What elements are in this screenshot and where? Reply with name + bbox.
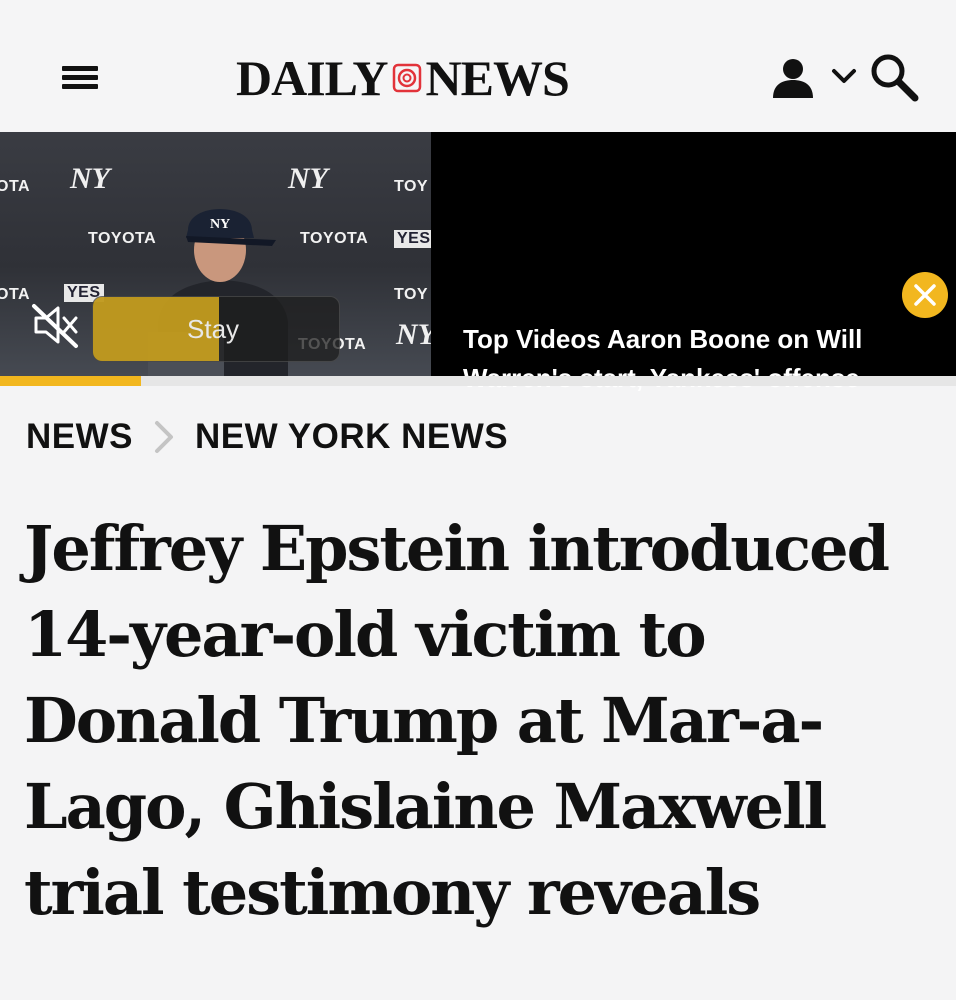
article-headline: Jeffrey Epstein introduced 14-year-old v… (24, 512, 890, 929)
account-icon[interactable] (770, 56, 816, 100)
logo-text-news: NEWS (425, 50, 570, 106)
backdrop-sponsor-text: OTA (0, 286, 31, 303)
breadcrumb-news-link[interactable]: NEWS (26, 417, 133, 457)
video-title[interactable]: Top Videos Aaron Boone on Will Warren's … (463, 320, 933, 398)
backdrop-sponsor-text: OTA (0, 178, 31, 195)
backdrop-sponsor-text: TOY (394, 178, 429, 195)
breadcrumb: NEWS NEW YORK NEWS (26, 415, 508, 459)
backdrop-team-logo: NY (70, 162, 110, 195)
chevron-down-icon[interactable] (830, 66, 858, 86)
svg-text:NY: NY (210, 217, 230, 232)
backdrop-team-logo: NY (396, 318, 431, 351)
logo-text-daily: DAILY (236, 50, 389, 106)
video-progress-bar[interactable] (0, 376, 956, 386)
close-icon (914, 284, 936, 306)
backdrop-network-logo: YES (394, 230, 431, 248)
chevron-right-icon (155, 421, 173, 453)
breadcrumb-new-york-news-link[interactable]: NEW YORK NEWS (195, 417, 508, 457)
logo-mark-icon (392, 63, 421, 93)
close-video-button[interactable] (902, 272, 948, 318)
mute-icon[interactable] (30, 300, 80, 350)
stay-label: Stay (187, 314, 240, 344)
backdrop-sponsor-text: TOYOTA (88, 230, 157, 247)
stay-button[interactable]: Stay (92, 296, 340, 362)
site-header: DAILY NEWS (0, 0, 956, 132)
backdrop-sponsor-text: TOYOTA (300, 230, 369, 247)
search-icon[interactable] (868, 52, 920, 102)
video-progress-fill (0, 376, 141, 386)
menu-icon[interactable] (62, 62, 98, 92)
backdrop-sponsor-text: TOY (394, 286, 429, 303)
site-logo[interactable]: DAILY NEWS (236, 52, 676, 104)
